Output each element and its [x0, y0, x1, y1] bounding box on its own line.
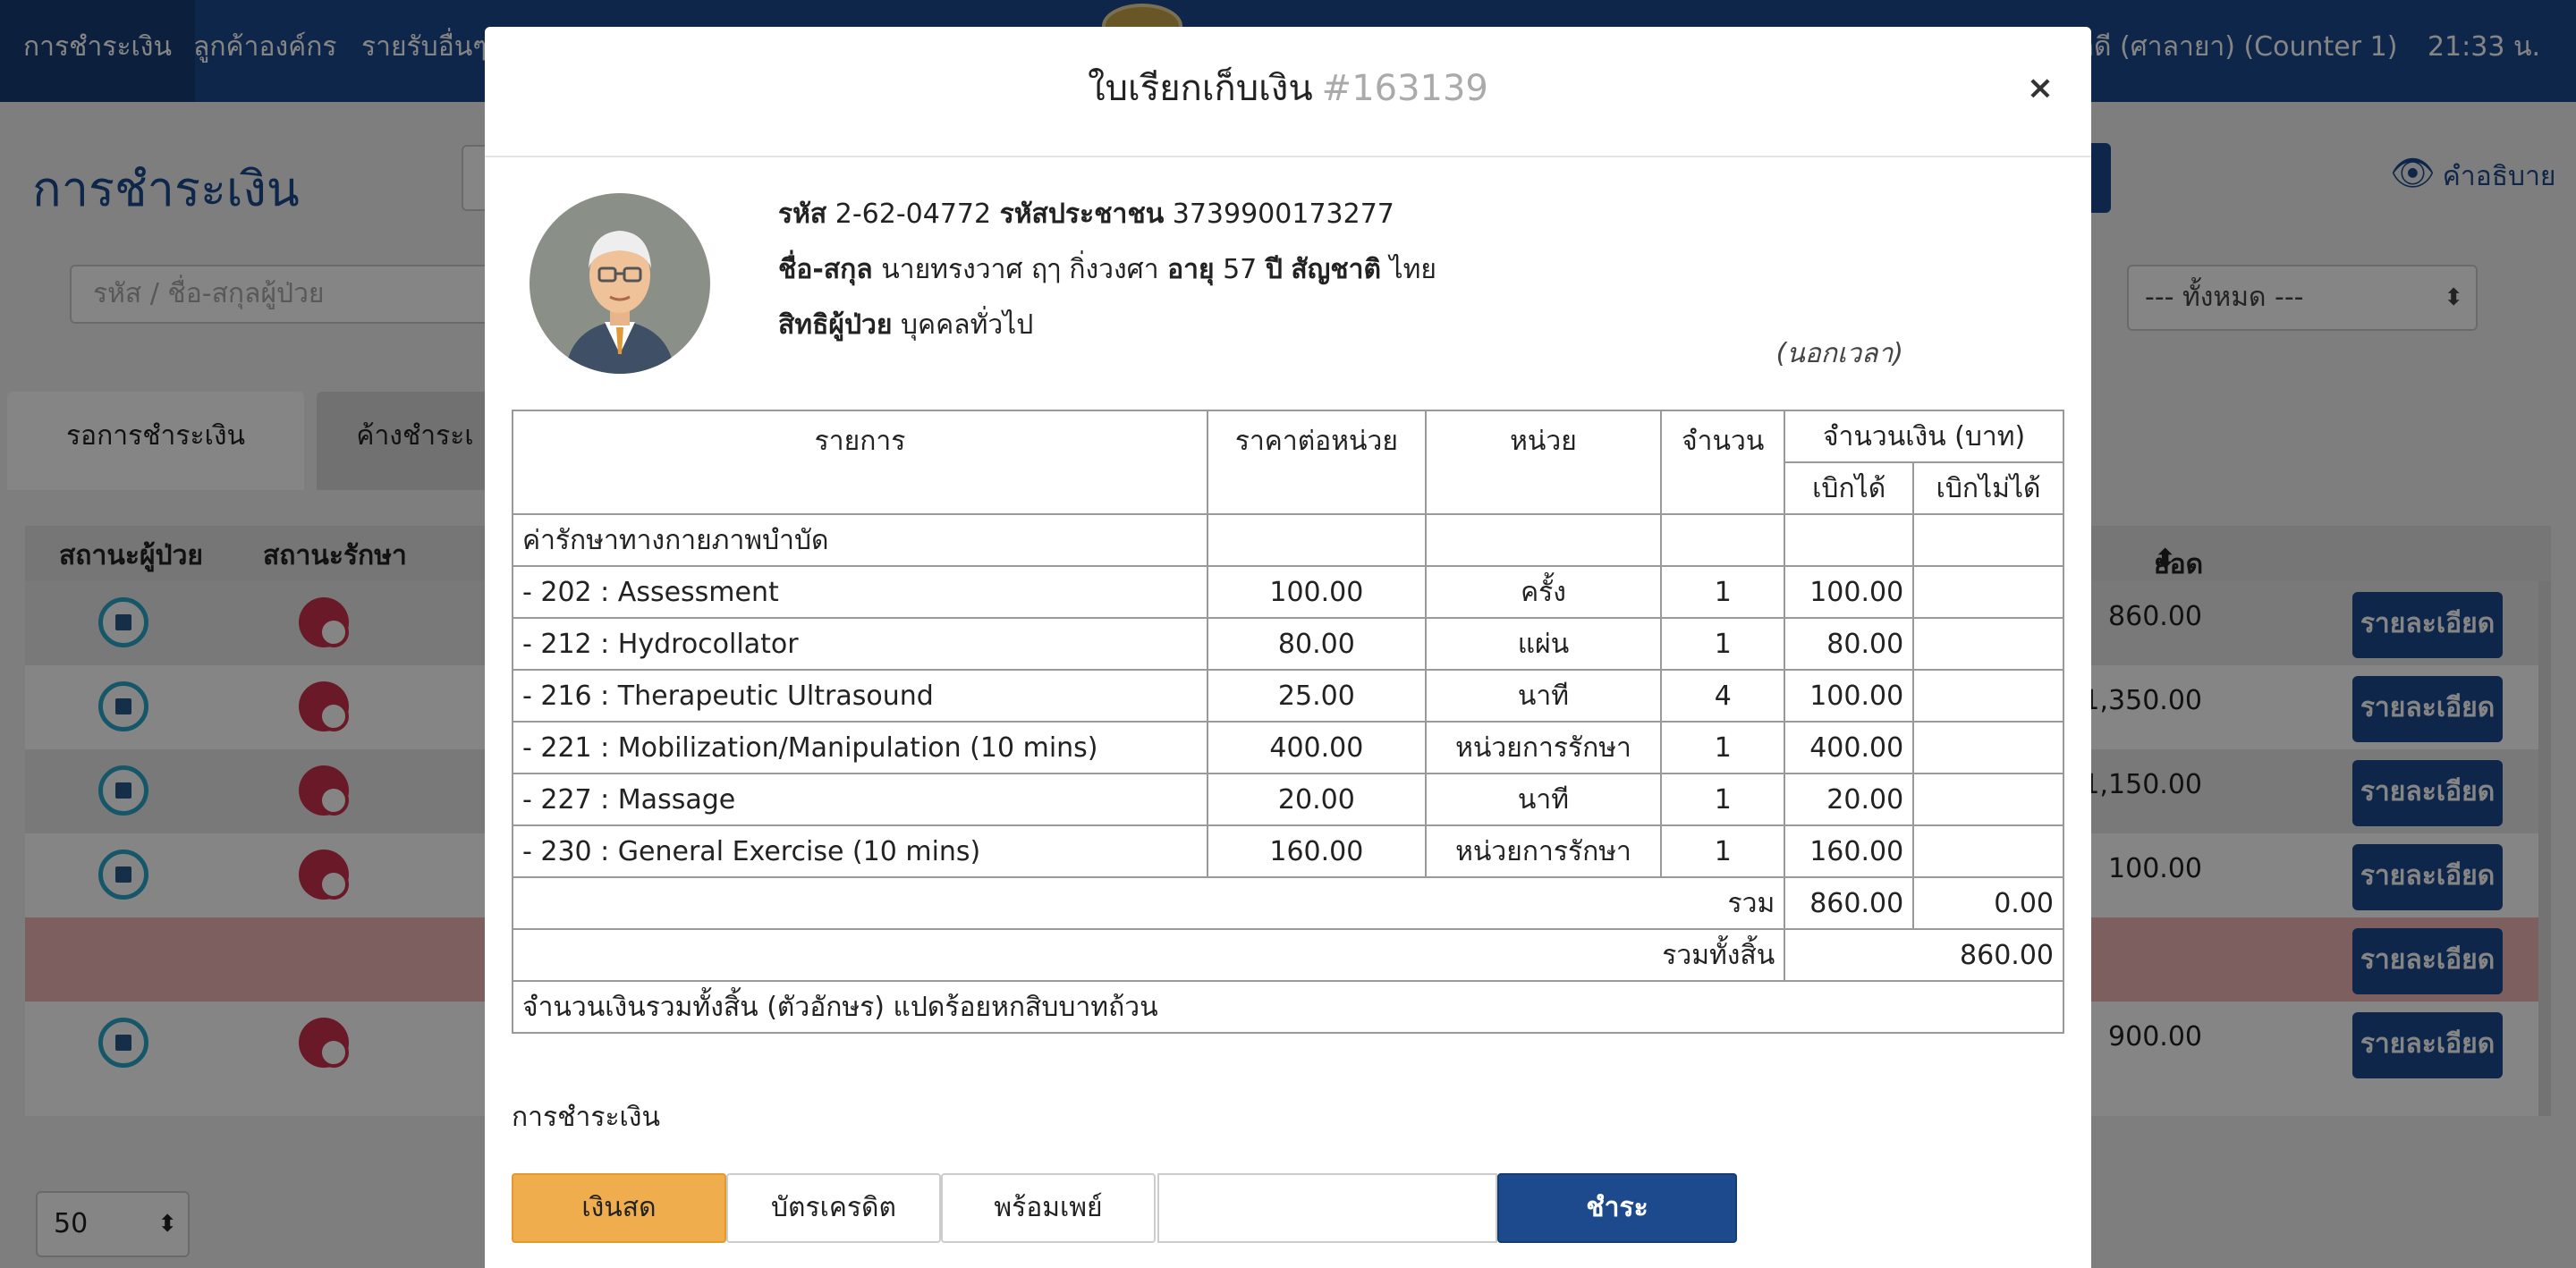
name-label: ชื่อ-สกุล: [778, 254, 873, 285]
patient-name-line: ชื่อ-สกุล นายทรงวาศ ฤๅ กิ่งวงศา อายุ 57 …: [778, 249, 1436, 291]
patient-age: 57: [1223, 254, 1258, 285]
item-unit: นาที: [1424, 669, 1663, 723]
item-name: - 227 : Massage: [511, 773, 1209, 826]
item-qty: 1: [1660, 617, 1786, 671]
item-price: 80.00: [1207, 617, 1427, 671]
category-row: ค่ารักษาทางกายภาพบำบัด: [511, 513, 2064, 567]
item-qty: 1: [1660, 824, 1786, 878]
pay-button[interactable]: ชำระ: [1497, 1173, 1737, 1243]
item-name: - 216 : Therapeutic Ultrasound: [511, 669, 1209, 723]
table-header-row: รายการ ราคาต่อหน่วย หน่วย จำนวน จำนวนเงิ…: [511, 410, 2064, 515]
patient-name: นายทรงวาศ ฤๅ กิ่งวงศา: [881, 254, 1159, 285]
total-row: รวมทั้งสิ้น 860.00: [511, 928, 2064, 982]
item-price: 160.00: [1207, 824, 1427, 878]
item-name: - 212 : Hydrocollator: [511, 617, 1209, 671]
th-claimable: เบิกได้: [1784, 461, 1915, 515]
modal-header: ใบเรียกเก็บเงิน #163139 ×: [485, 27, 2091, 157]
item-claimable: 100.00: [1784, 669, 1915, 723]
after-hours-note: (นอกเวลา): [1775, 338, 1903, 369]
item-non-claimable: [1912, 565, 2064, 619]
payment-section-label: การชำระเงิน: [512, 1102, 660, 1133]
item-name: - 202 : Assessment: [511, 565, 1209, 619]
th-unit: หน่วย: [1424, 410, 1663, 515]
item-price: 400.00: [1207, 721, 1427, 774]
item-qty: 1: [1660, 565, 1786, 619]
th-qty: จำนวน: [1660, 410, 1786, 515]
total-amount: 860.00: [1784, 928, 2064, 982]
invoice-modal: ใบเรียกเก็บเงิน #163139 × รหัส 2-62-04772…: [485, 27, 2091, 1268]
subtotal-non-claimable: 0.00: [1912, 876, 2064, 930]
close-icon[interactable]: ×: [2027, 70, 2054, 106]
item-name: - 221 : Mobilization/Manipulation (10 mi…: [511, 721, 1209, 774]
code-label: รหัส: [778, 199, 827, 230]
citizen-id: 3739900173277: [1172, 199, 1394, 230]
th-unit-price: ราคาต่อหน่วย: [1207, 410, 1427, 515]
line-item-row: - 227 : Massage 20.00 นาที 1 20.00: [511, 773, 2064, 826]
subtotal-claimable: 860.00: [1784, 876, 1915, 930]
item-claimable: 20.00: [1784, 773, 1915, 826]
item-price: 25.00: [1207, 669, 1427, 723]
amount-in-words: จำนวนเงินรวมทั้งสิ้น (ตัวอักษร) แปดร้อยห…: [512, 980, 2064, 1034]
item-non-claimable: [1912, 669, 2064, 723]
subtotal-label: รวม: [511, 876, 1786, 930]
item-non-claimable: [1912, 721, 2064, 774]
payment-amount-input[interactable]: [1157, 1173, 1497, 1243]
item-qty: 4: [1660, 669, 1786, 723]
right-label: สิทธิผู้ป่วย: [778, 309, 893, 341]
patient-avatar: [530, 193, 710, 374]
item-unit: หน่วยการรักษา: [1424, 824, 1663, 878]
patient-nationality: ไทย: [1389, 254, 1436, 285]
item-price: 100.00: [1207, 565, 1427, 619]
patient-code: 2-62-04772: [835, 199, 992, 230]
item-unit: แผ่น: [1424, 617, 1663, 671]
item-non-claimable: [1912, 824, 2064, 878]
promptpay-button[interactable]: พร้อมเพย์: [941, 1173, 1156, 1243]
patient-code-line: รหัส 2-62-04772 รหัสประชาชน 373990017327…: [778, 193, 1394, 235]
item-claimable: 80.00: [1784, 617, 1915, 671]
th-non-claimable: เบิกไม่ได้: [1912, 461, 2064, 515]
item-claimable: 160.00: [1784, 824, 1915, 878]
nationality-label: สัญชาติ: [1291, 254, 1381, 285]
line-item-row: - 221 : Mobilization/Manipulation (10 mi…: [511, 721, 2064, 774]
item-unit: หน่วยการรักษา: [1424, 721, 1663, 774]
patient-right: บุคคลทั่วไป: [901, 309, 1034, 341]
item-price: 20.00: [1207, 773, 1427, 826]
line-item-row: - 216 : Therapeutic Ultrasound 25.00 นาท…: [511, 669, 2064, 723]
invoice-table: รายการ ราคาต่อหน่วย หน่วย จำนวน จำนวนเงิ…: [511, 410, 2064, 1034]
item-name: - 230 : General Exercise (10 mins): [511, 824, 1209, 878]
item-non-claimable: [1912, 773, 2064, 826]
item-qty: 1: [1660, 773, 1786, 826]
item-unit: ครั้ง: [1424, 565, 1663, 619]
age-label: อายุ: [1167, 254, 1215, 285]
credit-card-button[interactable]: บัตรเครดิต: [726, 1173, 941, 1243]
th-item: รายการ: [511, 410, 1209, 515]
item-unit: นาที: [1424, 773, 1663, 826]
line-item-row: - 212 : Hydrocollator 80.00 แผ่น 1 80.00: [511, 617, 2064, 671]
patient-right-line: สิทธิผู้ป่วย บุคคลทั่วไป: [778, 304, 1033, 346]
item-non-claimable: [1912, 617, 2064, 671]
th-amount: จำนวนเงิน (บาท): [1784, 410, 2064, 463]
id-label: รหัสประชาชน: [999, 199, 1165, 230]
subtotal-row: รวม 860.00 0.00: [511, 876, 2064, 930]
total-label: รวมทั้งสิ้น: [511, 928, 1786, 982]
amount-in-words-row: จำนวนเงินรวมทั้งสิ้น (ตัวอักษร) แปดร้อยห…: [512, 980, 2064, 1034]
item-claimable: 400.00: [1784, 721, 1915, 774]
item-qty: 1: [1660, 721, 1786, 774]
age-unit: ปี: [1265, 254, 1283, 285]
invoice-title: ใบเรียกเก็บเงิน: [1088, 68, 1313, 109]
modal-title: ใบเรียกเก็บเงิน #163139: [485, 59, 2091, 116]
invoice-number: #163139: [1321, 68, 1488, 109]
item-claimable: 100.00: [1784, 565, 1915, 619]
cash-button[interactable]: เงินสด: [512, 1173, 726, 1243]
line-item-row: - 230 : General Exercise (10 mins) 160.0…: [511, 824, 2064, 878]
category-label: ค่ารักษาทางกายภาพบำบัด: [511, 513, 1209, 567]
line-item-row: - 202 : Assessment 100.00 ครั้ง 1 100.00: [511, 565, 2064, 619]
